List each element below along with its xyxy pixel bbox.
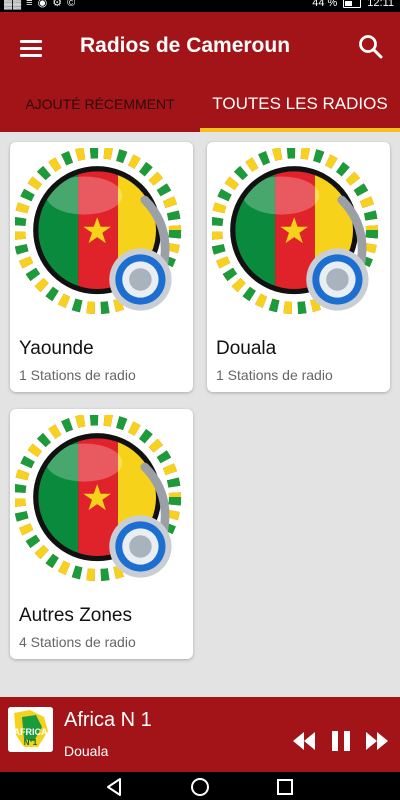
now-playing-city: Douala bbox=[64, 743, 109, 759]
region-card-yaounde[interactable]: Yaounde 1 Stations de radio bbox=[10, 142, 193, 392]
search-icon[interactable] bbox=[356, 32, 386, 62]
region-grid: Yaounde 1 Stations de radio Douala 1 Sta… bbox=[0, 132, 400, 696]
station-count: 1 Stations de radio bbox=[19, 367, 136, 383]
region-name: Yaounde bbox=[19, 338, 94, 359]
station-count: 1 Stations de radio bbox=[216, 367, 333, 383]
cameroon-flag-headphones-icon bbox=[15, 148, 182, 315]
tab-all-radios[interactable]: TOUTES LES RADIOS bbox=[200, 90, 400, 132]
tab-bar: AJOUTÉ RÉCEMMENT TOUTES LES RADIOS bbox=[0, 90, 400, 132]
app-bar: Radios de Cameroun AJOUTÉ RÉCEMMENT TOUT… bbox=[0, 12, 400, 132]
system-nav-bar bbox=[0, 772, 400, 800]
battery-icon bbox=[343, 0, 362, 8]
station-count: 4 Stations de radio bbox=[19, 634, 136, 650]
tab-recently-added[interactable]: AJOUTÉ RÉCEMMENT bbox=[0, 90, 200, 132]
recent-apps-icon[interactable] bbox=[274, 776, 296, 798]
cameroon-flag-headphones-icon bbox=[15, 415, 182, 582]
region-card-autres-zones[interactable]: Autres Zones 4 Stations de radio bbox=[10, 409, 193, 659]
tab-label: AJOUTÉ RÉCEMMENT bbox=[25, 96, 175, 112]
status-bar: ▓▓ ≡ ◉ ⚙ © 44 % 12:11 bbox=[0, 0, 400, 12]
battery-percent: 44 % bbox=[312, 0, 338, 9]
status-right: 44 % 12:11 bbox=[312, 0, 394, 9]
hamburger-menu-icon[interactable] bbox=[18, 36, 46, 60]
africa-n1-logo: AFRICA N°1 bbox=[8, 707, 53, 752]
status-icons: ▓▓ ≡ ◉ ⚙ © bbox=[4, 0, 77, 9]
mini-player[interactable]: AFRICA N°1 Africa N 1 Douala bbox=[0, 697, 400, 772]
region-card-douala[interactable]: Douala 1 Stations de radio bbox=[207, 142, 390, 392]
now-playing-station: Africa N 1 bbox=[64, 709, 152, 731]
cameroon-flag-headphones-icon bbox=[212, 148, 379, 315]
region-name: Douala bbox=[216, 338, 277, 359]
logo-text-top: AFRICA bbox=[14, 727, 48, 737]
region-name: Autres Zones bbox=[19, 605, 132, 626]
home-icon[interactable] bbox=[189, 776, 211, 798]
back-icon[interactable] bbox=[104, 776, 126, 798]
station-logo: AFRICA N°1 bbox=[8, 707, 53, 752]
app-title: Radios de Cameroun bbox=[80, 34, 291, 57]
tab-label: TOUTES LES RADIOS bbox=[212, 94, 388, 113]
fast-forward-icon[interactable] bbox=[365, 730, 389, 752]
clock: 12:11 bbox=[367, 0, 394, 9]
pause-icon[interactable] bbox=[330, 730, 352, 752]
logo-text-bottom: N°1 bbox=[24, 738, 38, 747]
rewind-icon[interactable] bbox=[292, 730, 316, 752]
